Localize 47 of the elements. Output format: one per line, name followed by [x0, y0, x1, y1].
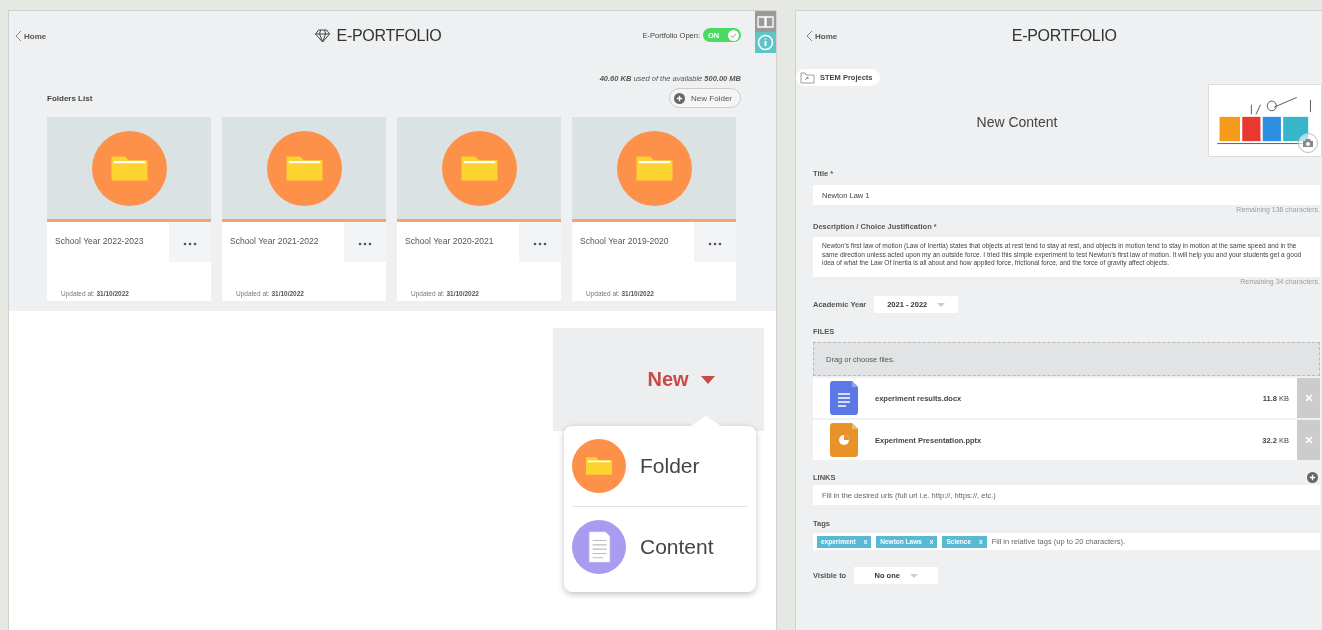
new-folder-button[interactable]: New Folder [669, 88, 741, 108]
more-icon [533, 242, 547, 246]
folder-name: School Year 2022-2023 [54, 235, 145, 248]
more-button[interactable] [344, 222, 386, 262]
diamond-icon [314, 29, 331, 43]
folder-icon [266, 130, 342, 206]
add-icon[interactable] [1307, 472, 1318, 483]
close-icon [1304, 394, 1313, 402]
folder-icon [800, 71, 815, 84]
document-icon [830, 381, 858, 415]
folder-icon [572, 439, 626, 493]
more-icon [708, 242, 722, 246]
camera-icon[interactable] [1298, 133, 1318, 153]
caret-icon [909, 573, 918, 578]
more-button[interactable] [169, 222, 211, 262]
home-link[interactable]: Home [806, 30, 838, 42]
close-icon [1304, 436, 1313, 444]
folder-icon [616, 130, 692, 206]
more-button[interactable] [694, 222, 736, 262]
form-heading: New Content [975, 112, 1059, 132]
info-icon[interactable] [755, 32, 776, 53]
more-icon [183, 242, 197, 246]
folder-icon [441, 130, 517, 206]
document-icon [572, 520, 626, 574]
home-link[interactable]: Home [15, 30, 47, 42]
presentation-icon [830, 423, 858, 457]
menu-item[interactable]: Content [572, 506, 748, 587]
menu-item[interactable]: Folder [572, 426, 748, 506]
back-chevron-icon [806, 30, 813, 42]
more-button[interactable] [519, 222, 561, 262]
caret-icon [937, 302, 946, 307]
remove-button[interactable] [1297, 378, 1320, 418]
remove-button[interactable] [1297, 420, 1320, 460]
page-title: E-PORTFOLIO [1011, 27, 1117, 45]
back-chevron-icon [15, 30, 22, 42]
folder-name: School Year 2021-2022 [229, 235, 320, 248]
folder-icon [91, 130, 167, 206]
cover-image[interactable] [1208, 84, 1322, 157]
check-icon [730, 31, 737, 39]
caret-icon [700, 375, 715, 384]
more-icon [358, 242, 372, 246]
plus-icon [674, 92, 686, 104]
page-title: E-PORTFOLIO [336, 27, 442, 45]
new-button[interactable]: New [641, 367, 721, 392]
folder-name: School Year 2019-2020 [579, 235, 670, 248]
section-heading: Folders List [47, 93, 93, 103]
folder-name: School Year 2020-2021 [404, 235, 495, 248]
